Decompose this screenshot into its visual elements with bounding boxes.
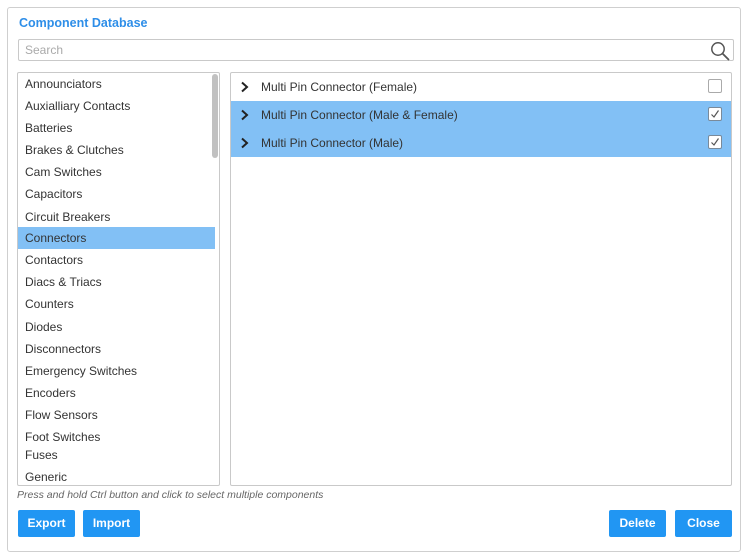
component-label: Multi Pin Connector (Male) xyxy=(261,136,404,150)
multi-select-hint: Press and hold Ctrl button and click to … xyxy=(17,489,324,501)
chevron-right-icon[interactable] xyxy=(240,81,250,93)
delete-button[interactable]: Delete xyxy=(609,510,666,537)
search-icon[interactable] xyxy=(710,41,730,61)
chevron-right-icon[interactable] xyxy=(240,109,250,121)
category-item[interactable]: Disconnectors xyxy=(18,338,215,360)
category-list[interactable]: Announciators Auxialliary Contacts Batte… xyxy=(17,72,220,486)
category-item[interactable]: Capacitors xyxy=(18,183,215,205)
component-label: Multi Pin Connector (Male & Female) xyxy=(261,108,458,122)
component-row-selected[interactable]: Multi Pin Connector (Male) xyxy=(231,129,731,157)
close-button[interactable]: Close xyxy=(675,510,732,537)
category-item[interactable]: Contactors xyxy=(18,249,215,271)
import-button[interactable]: Import xyxy=(83,510,140,537)
checkmark-icon xyxy=(711,138,719,146)
search-box xyxy=(18,39,734,61)
component-checkbox-checked[interactable] xyxy=(708,107,722,121)
category-item-selected[interactable]: Connectors xyxy=(18,227,215,249)
category-item[interactable]: Announciators xyxy=(18,73,215,95)
category-item[interactable]: Batteries xyxy=(18,117,215,139)
component-row-selected[interactable]: Multi Pin Connector (Male & Female) xyxy=(231,101,731,129)
component-checkbox[interactable] xyxy=(708,79,722,93)
category-item[interactable]: Circuit Breakers xyxy=(18,206,215,228)
category-scrollbar[interactable] xyxy=(212,74,218,484)
scrollbar-thumb[interactable] xyxy=(212,74,218,158)
category-item[interactable]: Auxialliary Contacts xyxy=(18,95,215,117)
component-row[interactable]: Multi Pin Connector (Female) xyxy=(231,73,731,101)
category-item[interactable]: Brakes & Clutches xyxy=(18,139,215,161)
category-item[interactable]: Encoders xyxy=(18,382,215,404)
component-checkbox-checked[interactable] xyxy=(708,135,722,149)
category-item[interactable]: Cam Switches xyxy=(18,161,215,183)
category-item[interactable]: Generic xyxy=(18,466,215,485)
component-database-dialog: Component Database Announciators Auxiall… xyxy=(7,7,741,552)
checkmark-icon xyxy=(711,110,719,118)
category-item[interactable]: Fuses xyxy=(18,444,215,466)
export-button[interactable]: Export xyxy=(18,510,75,537)
category-item[interactable]: Diodes xyxy=(18,316,215,338)
component-label: Multi Pin Connector (Female) xyxy=(261,80,418,94)
component-list[interactable]: Multi Pin Connector (Female) Multi Pin C… xyxy=(230,72,732,486)
category-item[interactable]: Diacs & Triacs xyxy=(18,271,215,293)
category-item[interactable]: Flow Sensors xyxy=(18,404,215,426)
chevron-right-icon[interactable] xyxy=(240,137,250,149)
dialog-title: Component Database xyxy=(19,16,148,30)
category-item[interactable]: Emergency Switches xyxy=(18,360,215,382)
search-input[interactable] xyxy=(19,40,699,60)
category-item[interactable]: Counters xyxy=(18,293,215,315)
